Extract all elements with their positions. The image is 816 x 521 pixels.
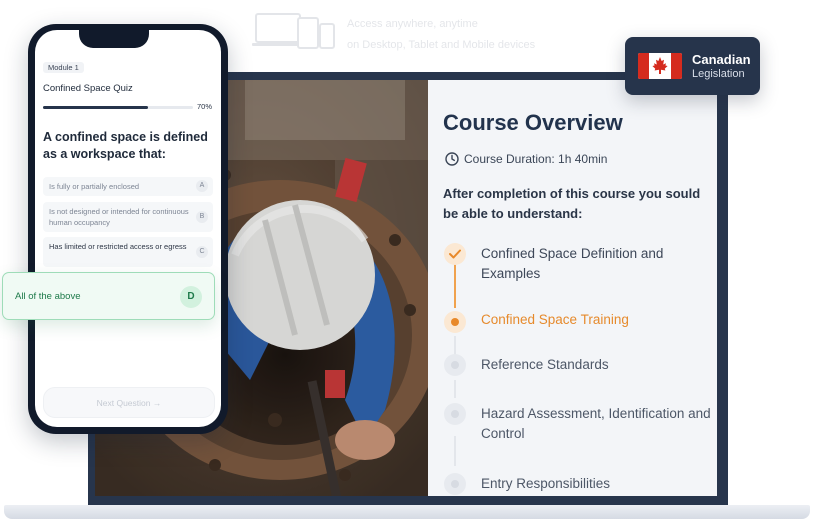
progress-line-completed — [454, 264, 456, 308]
topic-item-5[interactable]: Entry Responsibilities — [481, 474, 711, 494]
course-duration-text: Course Duration: 1h 40min — [464, 152, 608, 166]
selected-answer-letter-badge: D — [180, 286, 202, 308]
clock-icon — [445, 152, 459, 166]
checkmark-icon — [444, 243, 466, 265]
canadian-legislation-badge: Canadian Legislation — [625, 37, 760, 95]
badge-legislation-label: Legislation — [692, 68, 745, 80]
laptop-base — [4, 505, 810, 519]
selected-answer-option-d[interactable]: All of the above D — [2, 272, 215, 320]
quiz-question: A confined space is defined as a workspa… — [43, 130, 208, 161]
next-question-button[interactable]: Next Question → — [43, 387, 215, 418]
answer-option-text: Is not designed or intended for continuo… — [49, 207, 189, 227]
selected-answer-text: All of the above — [15, 291, 81, 302]
answer-option-b[interactable]: Is not designed or intended for continuo… — [43, 202, 213, 232]
answer-letter-badge: C — [196, 246, 208, 258]
topic-item-4[interactable]: Hazard Assessment, Identification and Co… — [481, 404, 711, 444]
topic-item-1[interactable]: Confined Space Definition and Examples — [481, 244, 711, 284]
course-overview-title: Course Overview — [443, 110, 623, 135]
answer-letter-badge: A — [196, 180, 208, 192]
answer-letter-badge: B — [196, 211, 208, 223]
progress-line — [454, 436, 456, 466]
canada-flag-icon — [638, 53, 682, 79]
topic-item-2[interactable]: Confined Space Training — [481, 310, 711, 330]
answer-option-a[interactable]: Is fully or partially enclosed A — [43, 177, 213, 196]
topic-dot-icon — [444, 354, 466, 376]
devices-caption: Access anywhere, anytime on Desktop, Tab… — [252, 12, 552, 52]
module-tag: Module 1 — [43, 62, 84, 73]
course-overview-panel: Course Overview Course Duration: 1h 40mi… — [428, 80, 717, 496]
topic-dot-icon — [444, 473, 466, 495]
answer-option-c[interactable]: Has limited or restricted access or egre… — [43, 237, 213, 267]
topic-dot-icon — [444, 403, 466, 425]
phone-quiz-screen: Module 1 Confined Space Quiz 70% A confi… — [35, 30, 221, 427]
caption-line-2: on Desktop, Tablet and Mobile devices — [347, 39, 536, 51]
progress-line — [454, 380, 456, 398]
phone-notch — [79, 24, 149, 48]
course-outcomes-heading: After completion of this course you soul… — [443, 186, 701, 221]
answer-option-text: Is fully or partially enclosed — [49, 182, 140, 191]
quiz-progress-label: 70% — [197, 102, 213, 111]
topic-item-3[interactable]: Reference Standards — [481, 355, 711, 375]
caption-line-1: Access anywhere, anytime — [347, 18, 478, 30]
answer-option-text: Has limited or restricted access or egre… — [49, 242, 187, 251]
quiz-title: Confined Space Quiz — [43, 83, 133, 94]
quiz-progress-fill — [43, 106, 148, 109]
devices-icon — [252, 13, 335, 49]
current-topic-indicator-icon — [444, 311, 466, 333]
course-duration: Course Duration: 1h 40min — [445, 147, 607, 171]
quiz-progress-bar — [43, 106, 193, 109]
badge-country-label: Canadian — [692, 52, 751, 67]
